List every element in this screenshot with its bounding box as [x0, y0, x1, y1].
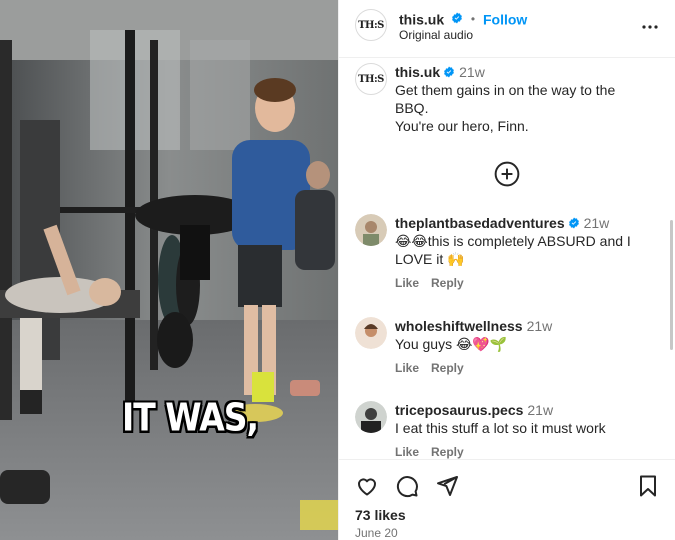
likes-count[interactable]: 73 likes: [355, 507, 406, 523]
load-more-comments-icon[interactable]: [494, 161, 520, 187]
header-separator: •: [470, 12, 476, 27]
more-options-icon[interactable]: [638, 15, 662, 39]
commenter-avatar[interactable]: [355, 317, 387, 349]
instagram-post: IT WAS, TH:S this.uk • Follow Original a…: [0, 0, 675, 540]
like-comment-button[interactable]: Like: [395, 276, 419, 290]
comments-scrollbar[interactable]: [670, 220, 673, 350]
verified-badge-icon: [452, 12, 462, 24]
video-caption-text: IT WAS,: [122, 395, 259, 440]
comment-actions: Like Reply: [395, 276, 476, 290]
commenter-username[interactable]: theplantbasedadventures: [395, 215, 565, 231]
caption-username[interactable]: this.uk: [395, 64, 440, 80]
reply-comment-button[interactable]: Reply: [431, 276, 464, 290]
like-comment-button[interactable]: Like: [395, 445, 419, 459]
commenter-avatar[interactable]: [355, 401, 387, 433]
post-date[interactable]: June 20: [355, 526, 398, 540]
comment-body: triceposaurus.pecs 21w I eat this stuff a…: [395, 401, 655, 437]
caption-line-2: You're our hero, Finn.: [395, 118, 529, 134]
comment-age[interactable]: 21w: [527, 402, 553, 418]
caption-text: this.uk 21w Get them gains in on the way …: [395, 63, 650, 135]
caption-age[interactable]: 21w: [459, 64, 485, 80]
comment-age[interactable]: 21w: [584, 215, 610, 231]
share-send-icon[interactable]: [435, 474, 459, 498]
reply-comment-button[interactable]: Reply: [431, 445, 464, 459]
comment-body: wholeshiftwellness 21w You guys 😂💖🌱: [395, 317, 655, 353]
save-bookmark-icon[interactable]: [636, 474, 660, 498]
comments-list[interactable]: TH:S this.uk 21w Get them gains in on the…: [339, 59, 675, 459]
comment-emoji-prefix: 😂😂: [395, 233, 428, 249]
comment-text: I eat this stuff a lot so it must work: [395, 420, 606, 436]
author-username[interactable]: this.uk: [399, 11, 444, 27]
like-comment-button[interactable]: Like: [395, 361, 419, 375]
comment-actions: Like Reply: [395, 445, 476, 459]
post-header: TH:S this.uk • Follow Original audio: [339, 0, 675, 58]
caption-author-avatar[interactable]: TH:S: [355, 63, 387, 95]
post-actions-bar: 73 likes June 20: [339, 459, 675, 540]
like-heart-icon[interactable]: [355, 474, 379, 498]
comment-body: theplantbasedadventures 21w 😂😂this is com…: [395, 214, 655, 268]
post-side-panel: TH:S this.uk • Follow Original audio TH:…: [338, 0, 675, 540]
comment-text: this is completely ABSURD and I LOVE it: [395, 233, 631, 267]
post-video[interactable]: IT WAS,: [0, 0, 338, 540]
verified-badge-icon: [568, 217, 579, 229]
audio-label[interactable]: Original audio: [399, 28, 473, 42]
verified-badge-icon: [444, 66, 455, 78]
comment-emoji-suffix: 🙌: [447, 251, 465, 267]
comment-bubble-icon[interactable]: [395, 474, 419, 498]
video-frame: [0, 0, 338, 540]
follow-button[interactable]: Follow: [483, 11, 527, 27]
comment-actions: Like Reply: [395, 361, 476, 375]
commenter-avatar[interactable]: [355, 214, 387, 246]
reply-comment-button[interactable]: Reply: [431, 361, 464, 375]
author-avatar[interactable]: TH:S: [355, 9, 387, 41]
commenter-username[interactable]: wholeshiftwellness: [395, 318, 523, 334]
caption-line-1: Get them gains in on the way to the BBQ.: [395, 82, 616, 116]
comment-text: You guys: [395, 336, 453, 352]
comment-age[interactable]: 21w: [527, 318, 553, 334]
commenter-username[interactable]: triceposaurus.pecs: [395, 402, 523, 418]
author-row: this.uk • Follow: [399, 10, 527, 27]
comment-emoji-suffix: 😂💖🌱: [455, 336, 508, 352]
